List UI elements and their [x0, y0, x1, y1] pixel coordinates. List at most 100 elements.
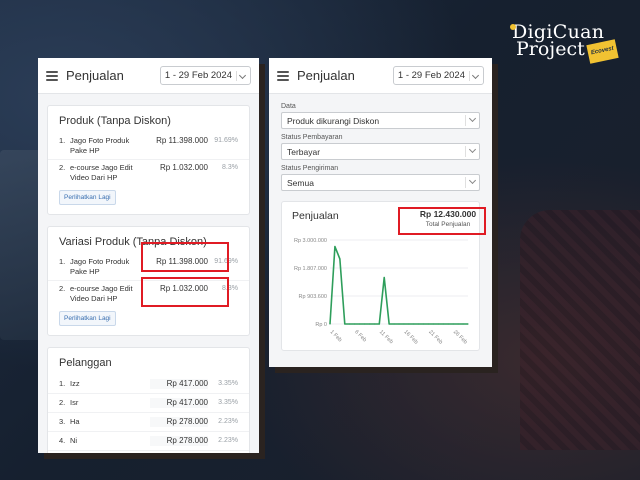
row-number: 1. — [59, 136, 66, 145]
data-point — [373, 323, 375, 325]
x-tick-label: 6 Feb — [353, 329, 367, 343]
date-range-label: 1 - 29 Feb 2024 — [164, 70, 232, 81]
data-point — [398, 323, 400, 325]
data-point — [383, 276, 385, 279]
highlight-box — [141, 242, 229, 272]
row-value: Rp 417.000 — [150, 398, 208, 408]
hamburger-menu-icon[interactable] — [277, 70, 289, 81]
x-tick-label: 11 Feb — [378, 329, 394, 345]
sales-series-line — [329, 245, 468, 325]
row-value: Rp 417.000 — [150, 379, 208, 389]
chevron-down-icon — [236, 70, 246, 81]
page-title: Penjualan — [66, 68, 124, 83]
chevron-down-icon — [465, 115, 479, 126]
data-point — [452, 323, 454, 325]
select-value: Terbayar — [287, 146, 321, 157]
hamburger-menu-icon[interactable] — [46, 70, 58, 81]
row-value: Rp 278.000 — [150, 417, 208, 427]
show-more-button[interactable]: Perlihatkan Lagi — [59, 190, 116, 205]
data-point — [354, 323, 356, 325]
chevron-down-icon — [469, 70, 479, 81]
highlight-box — [141, 277, 229, 307]
data-select[interactable]: Produk dikurangi Diskon — [281, 112, 480, 129]
data-point — [432, 323, 435, 325]
data-point — [358, 323, 361, 325]
brand-logo: DigiCuan Project Ecovest — [510, 23, 619, 64]
data-point — [467, 323, 469, 325]
select-value: Produk dikurangi Diskon — [287, 115, 380, 126]
row-percent: 2.23% — [218, 418, 238, 425]
background-person — [520, 210, 640, 450]
table-row: 1. Jago Foto Produk Pake HP Rp 11.398.000… — [48, 133, 249, 159]
table-row: 1. Izz Rp 417.000 3.35% — [48, 375, 249, 393]
customer-name: Izz — [70, 379, 80, 388]
product-name: e-course Jago Edit Video Dari HP — [70, 284, 133, 303]
data-point — [393, 323, 395, 325]
date-range-picker[interactable]: 1 - 29 Feb 2024 — [392, 66, 484, 85]
x-tick-label: 26 Feb — [452, 329, 468, 345]
data-point — [339, 258, 341, 260]
customer-name: Ni — [70, 436, 78, 445]
y-tick-label: Rp 0 — [315, 322, 327, 328]
row-number: 1. — [59, 257, 66, 266]
pelanggan-card: Pelanggan 1. Izz Rp 417.000 3.35% 2. Isr Rp 41… — [47, 347, 250, 453]
y-tick-label: Rp 3.000.000 — [294, 238, 327, 244]
field-label: Data — [281, 103, 296, 110]
data-point — [457, 323, 459, 325]
x-tick-label: 21 Feb — [427, 329, 443, 345]
data-point — [462, 323, 464, 325]
data-point — [413, 323, 415, 325]
data-point — [423, 323, 425, 325]
data-point — [418, 323, 420, 325]
highlight-box — [398, 207, 486, 235]
product-name: Jago Foto Produk Pake HP — [70, 257, 130, 276]
data-point — [403, 323, 405, 325]
row-number: 3. — [59, 417, 66, 426]
produk-heading: Produk (Tanpa Diskon) — [59, 115, 171, 127]
chevron-down-icon — [465, 146, 479, 157]
data-point — [437, 323, 440, 325]
data-point — [447, 323, 449, 325]
table-row: 2. e-course Jago Edit Video Dari HP Rp 1.… — [48, 159, 249, 186]
data-point — [378, 323, 380, 325]
show-more-button[interactable]: Perlihatkan Lagi — [59, 311, 116, 326]
product-name: Jago Foto Produk Pake HP — [70, 136, 130, 155]
chevron-down-icon — [465, 177, 479, 188]
field-label: Status Pembayaran — [281, 134, 343, 141]
row-number: 4. — [59, 436, 66, 445]
data-point — [408, 323, 410, 325]
table-row: 2. Isr Rp 417.000 3.35% — [48, 393, 249, 412]
payment-status-select[interactable]: Terbayar — [281, 143, 480, 160]
row-value: Rp 278.000 — [150, 436, 208, 446]
date-range-picker[interactable]: 1 - 29 Feb 2024 — [159, 66, 251, 85]
data-point — [427, 323, 430, 325]
logo-dot-icon — [510, 24, 516, 30]
data-point — [442, 323, 444, 325]
y-tick-label: Rp 1.807.000 — [294, 266, 327, 272]
data-point — [329, 323, 331, 325]
row-number: 2. — [59, 284, 66, 293]
select-value: Semua — [287, 177, 314, 188]
page-title: Penjualan — [297, 68, 355, 83]
field-label: Status Pengiriman — [281, 165, 339, 172]
produk-card: Produk (Tanpa Diskon) 1. Jago Foto Produ… — [47, 105, 250, 215]
table-row: 3. Ha Rp 278.000 2.23% — [48, 412, 249, 431]
date-range-label: 1 - 29 Feb 2024 — [397, 70, 465, 81]
product-name: e-course Jago Edit Video Dari HP — [70, 163, 133, 182]
data-point — [344, 323, 346, 325]
customer-name: Ha — [70, 417, 80, 426]
table-row: 5.AzRp 278.0002.23% — [48, 450, 249, 453]
row-number: 2. — [59, 163, 66, 172]
row-percent: 91.69% — [214, 137, 238, 144]
row-percent: 8.3% — [222, 164, 238, 171]
row-value: Rp 11.398.000 — [156, 136, 208, 145]
data-point — [388, 323, 390, 325]
row-number: 2. — [59, 398, 66, 407]
row-value: Rp 1.032.000 — [159, 163, 208, 172]
y-tick-label: Rp 903.600 — [299, 294, 327, 300]
right-header: Penjualan 1 - 29 Feb 2024 — [269, 58, 492, 94]
data-point — [334, 245, 336, 248]
shipping-status-select[interactable]: Semua — [281, 174, 480, 191]
row-number: 1. — [59, 379, 66, 388]
data-point — [363, 323, 366, 325]
